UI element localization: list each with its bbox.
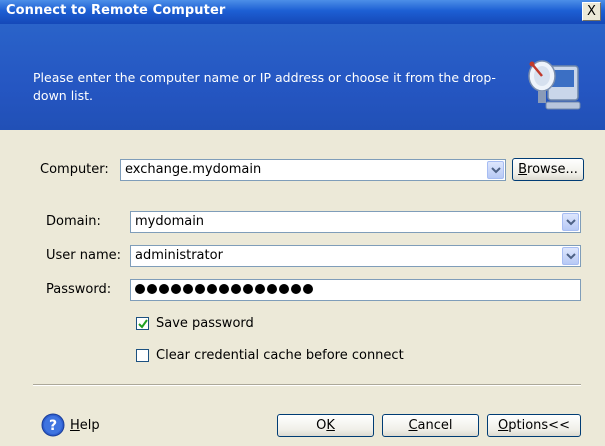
password-dot (303, 284, 313, 294)
close-icon: X (587, 4, 596, 19)
help-link[interactable]: Help (70, 418, 100, 433)
checkmark-icon (138, 319, 148, 329)
domain-value[interactable]: mydomain (135, 214, 204, 229)
browse-button[interactable]: Browse... (512, 158, 584, 181)
window-title: Connect to Remote Computer (6, 3, 226, 18)
password-dot (195, 284, 205, 294)
password-dot (267, 284, 277, 294)
password-dot (159, 284, 169, 294)
domain-label: Domain: (46, 214, 101, 229)
password-dot (255, 284, 265, 294)
chevron-down-icon (566, 219, 576, 226)
password-dot (171, 284, 181, 294)
password-dot (231, 284, 241, 294)
username-label: User name: (46, 248, 122, 263)
password-mask (135, 284, 313, 294)
chevron-down-icon (566, 253, 576, 260)
computer-combobox[interactable]: exchange.mydomain (120, 159, 506, 181)
options-button[interactable]: Options<< (487, 414, 581, 437)
password-dot (219, 284, 229, 294)
password-dot (243, 284, 253, 294)
domain-combobox[interactable]: mydomain (130, 211, 581, 233)
ok-button[interactable]: OK (277, 414, 374, 437)
title-bar[interactable]: Connect to Remote Computer X (0, 0, 605, 24)
header-banner: Please enter the computer name or IP add… (0, 24, 605, 130)
chevron-down-icon (491, 167, 501, 174)
clear-cache-label[interactable]: Clear credential cache before connect (156, 348, 404, 363)
save-password-checkbox[interactable] (136, 317, 149, 330)
computer-label: Computer: (40, 162, 109, 177)
password-label: Password: (46, 282, 112, 297)
computer-value[interactable]: exchange.mydomain (125, 162, 261, 177)
connect-dialog: Connect to Remote Computer X Please ente… (0, 0, 605, 446)
username-combobox[interactable]: administrator (130, 245, 581, 267)
password-dot (183, 284, 193, 294)
svg-text:?: ? (49, 418, 57, 434)
save-password-label[interactable]: Save password (156, 316, 254, 331)
password-dot (291, 284, 301, 294)
password-dot (207, 284, 217, 294)
help-icon[interactable]: ? (41, 413, 65, 437)
close-button[interactable]: X (582, 2, 601, 21)
username-dropdown-button[interactable] (562, 247, 579, 265)
username-value[interactable]: administrator (135, 248, 223, 263)
domain-dropdown-button[interactable] (562, 213, 579, 231)
password-dot (279, 284, 289, 294)
computer-dropdown-button[interactable] (487, 161, 504, 179)
password-dot (135, 284, 145, 294)
footer-divider (33, 384, 581, 386)
password-field[interactable] (130, 279, 581, 301)
instructions-text: Please enter the computer name or IP add… (33, 70, 496, 103)
password-dot (147, 284, 157, 294)
cancel-button[interactable]: Cancel (382, 414, 479, 437)
remote-computer-satellite-icon (528, 60, 581, 110)
clear-cache-checkbox[interactable] (136, 349, 149, 362)
